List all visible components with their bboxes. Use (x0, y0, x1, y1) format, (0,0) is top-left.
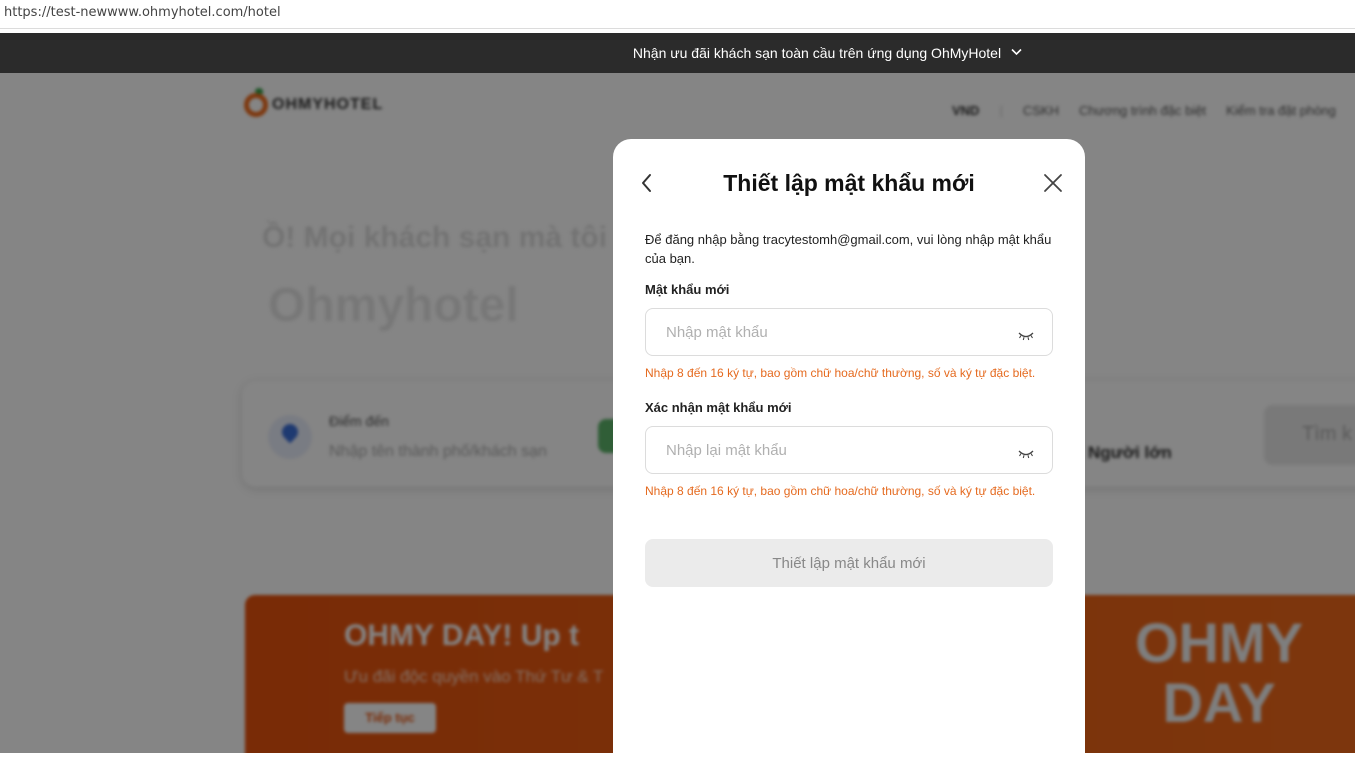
set-password-modal: Thiết lập mật khẩu mới Để đăng nhập bằng… (613, 139, 1085, 779)
confirm-password-hint: Nhập 8 đến 16 ký tự, bao gồm chữ hoa/chữ… (645, 484, 1036, 498)
promo-text: Nhận ưu đãi khách sạn toàn cầu trên ứng … (632, 45, 1002, 61)
new-password-field (645, 308, 1053, 356)
new-password-label: Mật khẩu mới (645, 282, 730, 297)
close-icon[interactable] (1041, 171, 1065, 195)
eye-closed-icon[interactable] (1018, 328, 1034, 341)
promo-bar[interactable]: Nhận ưu đãi khách sạn toàn cầu trên ứng … (0, 33, 1355, 73)
confirm-password-label: Xác nhận mật khẩu mới (645, 400, 792, 415)
chevron-down-icon (1011, 47, 1022, 59)
browser-url-bar[interactable]: https://test-newwww.ohmyhotel.com/hotel (0, 0, 1355, 29)
eye-closed-icon[interactable] (1018, 446, 1034, 459)
modal-description: Để đăng nhập bằng tracytestomh@gmail.com… (645, 232, 1052, 266)
confirm-password-input[interactable] (646, 427, 1006, 473)
confirm-password-field (645, 426, 1053, 474)
modal-title: Thiết lập mật khẩu mới (723, 170, 975, 196)
new-password-hint: Nhập 8 đến 16 ký tự, bao gồm chữ hoa/chữ… (645, 366, 1036, 380)
new-password-input[interactable] (646, 309, 1006, 355)
set-password-button[interactable]: Thiết lập mật khẩu mới (645, 539, 1053, 587)
